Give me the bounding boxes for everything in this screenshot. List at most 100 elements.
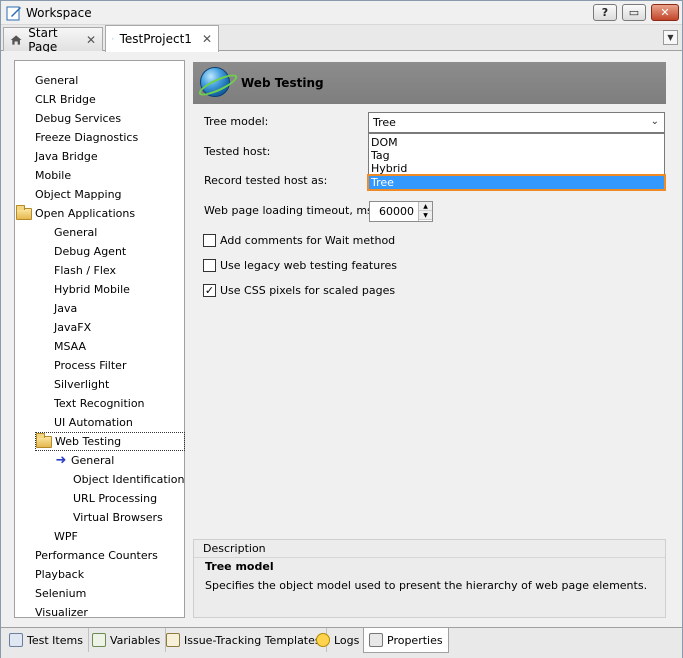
tree-item[interactable]: Java Bridge — [35, 147, 98, 166]
close-tab-icon[interactable]: ✕ — [86, 33, 96, 47]
timeout-label: Web page loading timeout, ms: — [204, 204, 377, 217]
tree-model-dropdown: DOM Tag Hybrid Tree — [367, 133, 666, 191]
tree-item[interactable]: Web Testing — [35, 432, 185, 451]
help-button[interactable]: ? — [593, 4, 617, 21]
description-text: Specifies the object model used to prese… — [205, 579, 648, 592]
divider — [194, 557, 665, 558]
tree-item[interactable]: Hybrid Mobile — [54, 280, 130, 299]
tree-item-label: Silverlight — [54, 378, 110, 391]
checkbox-label: Use CSS pixels for scaled pages — [220, 284, 396, 297]
tree-item-label: Java — [54, 302, 78, 315]
logs-icon — [316, 633, 330, 647]
description-title: Tree model — [205, 560, 274, 573]
tree-item[interactable]: Text Recognition — [54, 394, 145, 413]
tree-item[interactable]: Visualizer — [35, 603, 88, 622]
tab-properties[interactable]: Properties — [363, 628, 449, 653]
tree-model-select[interactable]: Tree ⌄ — [368, 112, 665, 133]
add-comments-checkbox[interactable]: Add comments for Wait method — [203, 234, 395, 247]
checkbox-label: Add comments for Wait method — [220, 234, 396, 247]
tree-item[interactable]: Silverlight — [54, 375, 109, 394]
tab-label: Properties — [387, 633, 443, 647]
tree-item-label: Flash / Flex — [54, 264, 116, 277]
tab-test-items[interactable]: Test Items — [4, 628, 89, 652]
record-host-label: Record tested host as: — [204, 174, 328, 187]
tree-item[interactable]: Mobile — [35, 166, 71, 185]
tree-item[interactable]: General — [35, 71, 78, 90]
timeout-value: 60000 — [379, 205, 414, 218]
tested-host-label: Tested host: — [204, 145, 271, 158]
tree-item-label: MSAA — [54, 340, 87, 353]
arrow-right-icon: ➜ — [55, 453, 67, 468]
tree-item[interactable]: UI Automation — [54, 413, 133, 432]
tab-label: Issue-Tracking Templates — [184, 633, 321, 647]
tree-item[interactable]: Performance Counters — [35, 546, 158, 565]
option-dom[interactable]: DOM — [369, 136, 664, 149]
bottom-panel-tabs: Test Items Variables Issue-Tracking Temp… — [1, 627, 682, 658]
tree-item[interactable]: Debug Agent — [54, 242, 126, 261]
tree-item-label: Mobile — [35, 169, 72, 182]
tree-item[interactable]: Flash / Flex — [54, 261, 116, 280]
tree-item[interactable]: URL Processing — [73, 489, 157, 508]
tree-item-label: Object Mapping — [35, 188, 122, 201]
tab-label: Logs — [334, 633, 360, 647]
tab-logs[interactable]: Logs — [311, 628, 366, 652]
tree-item-label: General — [35, 74, 79, 87]
tab-testproject1[interactable]: TestProject1 ✕ — [105, 25, 219, 52]
tree-item-label: Performance Counters — [35, 549, 158, 562]
tree-item[interactable]: Freeze Diagnostics — [35, 128, 138, 147]
tree-item[interactable]: Java — [54, 299, 77, 318]
tree-item[interactable]: Object Identification — [73, 470, 184, 489]
title-bar: Workspace ? ▭ ✕ — [1, 1, 682, 25]
tree-item[interactable]: Selenium — [35, 584, 86, 603]
checkbox-box[interactable] — [203, 259, 216, 272]
document-tabs: Start Page ✕ TestProject1 ✕ ▼ — [1, 25, 682, 54]
settings-tree[interactable]: General CLR Bridge Debug Services Freeze Di… — [14, 60, 185, 619]
tab-issue-tracking[interactable]: Issue-Tracking Templates — [161, 628, 327, 652]
css-pixels-checkbox[interactable]: ✓ Use CSS pixels for scaled pages — [203, 284, 395, 297]
tree-item[interactable]: Playback — [35, 565, 84, 584]
spin-up-icon[interactable]: ▲ — [419, 202, 432, 211]
option-hybrid[interactable]: Hybrid — [369, 162, 664, 175]
restore-button[interactable]: ▭ — [622, 4, 646, 21]
panel-header: Web Testing — [193, 62, 666, 104]
tab-variables[interactable]: Variables — [87, 628, 167, 652]
tree-item[interactable]: General — [54, 223, 97, 242]
workspace-window: Workspace ? ▭ ✕ Start Page ✕ TestProject… — [0, 0, 683, 658]
tree-item[interactable]: WPF — [54, 527, 78, 546]
option-tree[interactable]: Tree — [367, 174, 666, 191]
tree-item-label: JavaFX — [54, 321, 92, 334]
tree-item[interactable]: Virtual Browsers — [73, 508, 163, 527]
option-tag[interactable]: Tag — [369, 149, 664, 162]
spinner-buttons: ▲ ▼ — [418, 202, 432, 221]
folder-open-icon — [36, 432, 52, 448]
tree-item[interactable]: ➜ General — [54, 451, 115, 470]
tree-model-value: Tree — [373, 116, 396, 129]
tree-item-label: WPF — [54, 530, 78, 543]
chevron-down-icon: ⌄ — [650, 116, 659, 127]
checkbox-box-checked[interactable]: ✓ — [203, 284, 216, 297]
timeout-spinner[interactable]: 60000 ▲ ▼ — [369, 201, 433, 222]
close-tab-icon[interactable]: ✕ — [202, 32, 212, 46]
close-button[interactable]: ✕ — [651, 4, 679, 21]
issue-tracking-icon — [166, 633, 180, 647]
tree-item[interactable]: Open Applications — [16, 204, 135, 223]
spin-down-icon[interactable]: ▼ — [419, 211, 432, 220]
tree-item[interactable]: JavaFX — [54, 318, 91, 337]
tree-item[interactable]: MSAA — [54, 337, 86, 356]
tab-start-page[interactable]: Start Page ✕ — [3, 25, 103, 54]
tree-item[interactable]: Object Mapping — [35, 185, 122, 204]
tree-item-label: Playback — [35, 568, 85, 581]
project-icon — [112, 38, 114, 40]
legacy-features-checkbox[interactable]: Use legacy web testing features — [203, 259, 397, 272]
tab-label: Start Page — [28, 25, 58, 54]
tree-item-label: Hybrid Mobile — [54, 283, 130, 296]
tree-item[interactable]: Process Filter — [54, 356, 126, 375]
checkbox-box[interactable] — [203, 234, 216, 247]
tree-item[interactable]: Debug Services — [35, 109, 121, 128]
tree-item-label: Web Testing — [55, 435, 122, 448]
home-icon — [10, 34, 22, 45]
folder-open-icon — [16, 204, 32, 220]
chevron-down-icon[interactable]: ▼ — [663, 30, 678, 45]
tree-item[interactable]: CLR Bridge — [35, 90, 96, 109]
description-box: Description Tree model Specifies the obj… — [193, 539, 666, 618]
